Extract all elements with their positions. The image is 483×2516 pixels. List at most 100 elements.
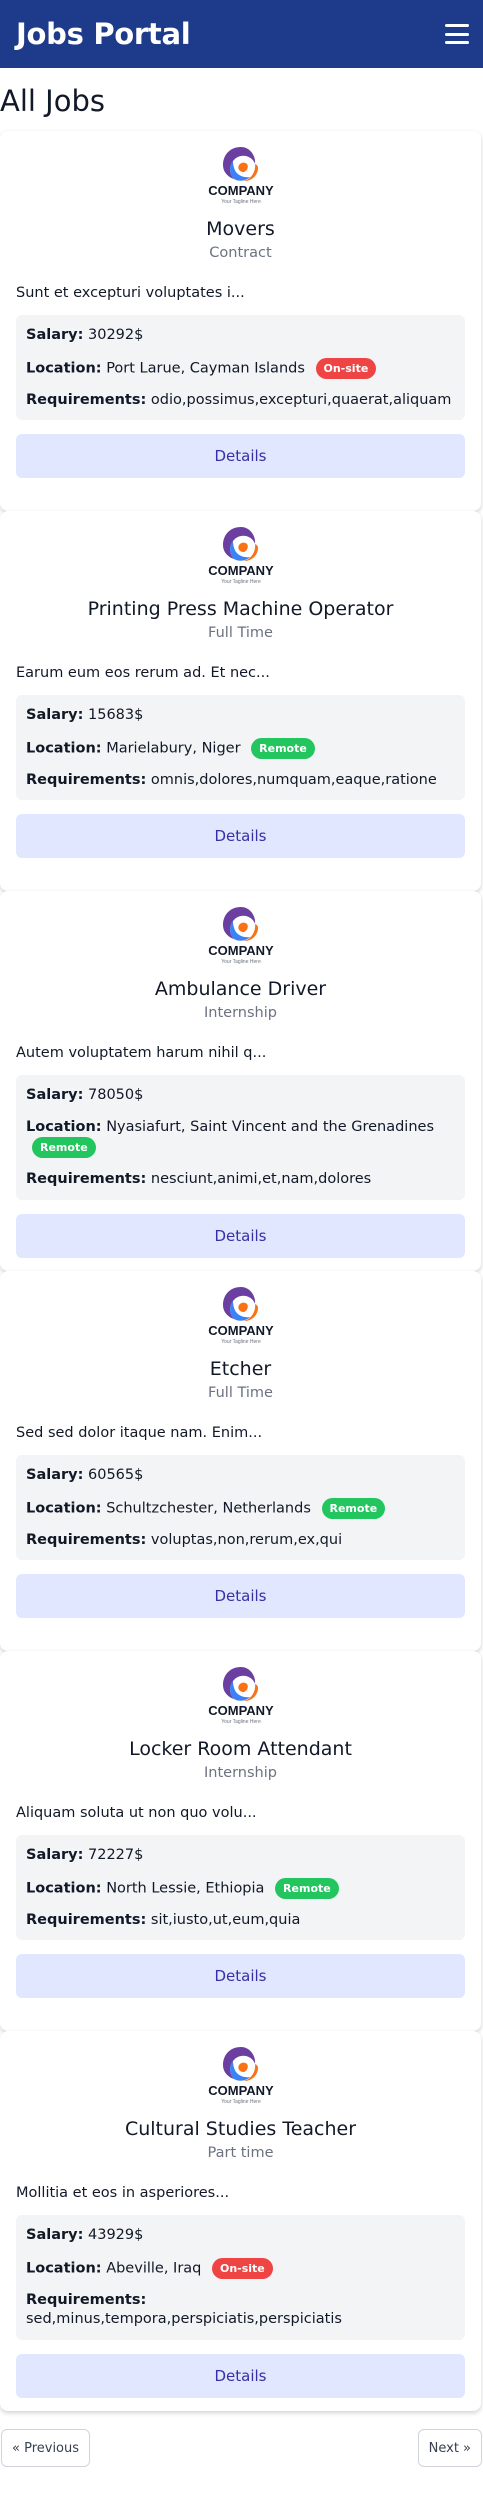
details-button[interactable]: Details [16, 1954, 465, 1999]
salary-label: Salary: [26, 327, 84, 343]
location-row: Location: Marielabury, Niger Remote [26, 737, 455, 759]
requirements-row: Requirements: sit,iusto,ut,eum,quia [26, 1911, 455, 1931]
requirements-row: Requirements: omnis,dolores,numquam,eaqu… [26, 771, 455, 791]
job-title: Printing Press Machine Operator [87, 598, 394, 620]
previous-page-button[interactable]: « Previous [1, 2429, 91, 2467]
requirements-value: sed,minus,tempora,perspiciatis,perspicia… [26, 2311, 342, 2328]
logo-swoosh-top [222, 1667, 255, 1699]
job-description: Earum eum eos rerum ad. Et nec... [16, 665, 270, 681]
logo-company-text: COMPANY [208, 183, 274, 198]
job-card: COMPANY Your Tagline Here Movers Contrac… [0, 131, 481, 511]
menu-line [445, 24, 469, 27]
work-mode-badge: Remote [251, 737, 315, 759]
requirements-row: Requirements: odio,possimus,excepturi,qu… [26, 391, 455, 411]
menu-line [445, 41, 469, 44]
requirements-label: Requirements: [26, 1531, 147, 1548]
requirements-value: omnis,dolores,numquam,eaque,ratione [150, 771, 437, 788]
company-logo: COMPANY Your Tagline Here [208, 527, 274, 585]
logo-tagline-text: Your Tagline Here [221, 579, 261, 585]
company-logo: COMPANY Your Tagline Here [208, 1667, 274, 1725]
salary-value: 30292$ [88, 327, 144, 343]
location-value: Nyasiafurt, Saint Vincent and the Grenad… [106, 1118, 434, 1135]
job-type: Part time [207, 2145, 274, 2161]
location-label: Location: [26, 360, 102, 377]
location-label: Location: [26, 1500, 102, 1517]
logo-company-text: COMPANY [208, 563, 274, 578]
location-value: Marielabury, Niger [106, 740, 241, 757]
salary-label: Salary: [26, 1087, 84, 1103]
requirements-value: voluptas,non,rerum,ex,qui [150, 1531, 343, 1548]
salary-value: 43929$ [88, 2227, 144, 2243]
location-value: Schultzchester, Netherlands [106, 1500, 311, 1517]
salary-row: Salary: 15683$ [26, 706, 455, 726]
logo-swoosh-top [222, 2047, 255, 2079]
location-label: Location: [26, 740, 102, 757]
requirements-row: Requirements: nesciunt,animi,et,nam,dolo… [26, 1170, 455, 1190]
logo-tagline-text: Your Tagline Here [221, 2099, 261, 2105]
company-logo: COMPANY Your Tagline Here [208, 2047, 274, 2105]
details-button[interactable]: Details [16, 814, 465, 859]
location-label: Location: [26, 1880, 102, 1897]
job-info-box: Salary: 78050$ Location: Nyasiafurt, Sai… [16, 1075, 465, 1200]
salary-label: Salary: [26, 1467, 84, 1483]
pagination: « Previous Next » [0, 2429, 483, 2467]
job-title: Etcher [209, 1358, 272, 1380]
hamburger-menu-icon[interactable] [445, 24, 469, 44]
details-button[interactable]: Details [16, 2353, 465, 2398]
logo-company-text: COMPANY [208, 943, 274, 958]
job-type: Internship [204, 1005, 277, 1021]
next-page-button[interactable]: Next » [417, 2429, 482, 2467]
location-value: Abeville, Iraq [106, 2260, 202, 2277]
details-button[interactable]: Details [16, 434, 465, 479]
job-card: COMPANY Your Tagline Here Ambulance Driv… [0, 891, 481, 1271]
location-row: Location: Port Larue, Cayman Islands On-… [26, 357, 455, 379]
location-value: Port Larue, Cayman Islands [106, 360, 305, 377]
job-type: Full Time [208, 625, 273, 641]
location-row: Location: North Lessie, Ethiopia Remote [26, 1877, 455, 1899]
salary-row: Salary: 78050$ [26, 1086, 455, 1106]
salary-value: 60565$ [88, 1467, 144, 1483]
job-card: COMPANY Your Tagline Here Etcher Full Ti… [0, 1271, 481, 1651]
menu-line [445, 32, 469, 36]
details-button[interactable]: Details [16, 1213, 465, 1258]
logo-tagline-text: Your Tagline Here [221, 1339, 261, 1345]
job-type: Full Time [208, 1385, 273, 1401]
job-title: Locker Room Attendant [129, 1738, 352, 1760]
top-navbar: Jobs Portal [0, 0, 483, 68]
brand-title[interactable]: Jobs Portal [16, 17, 191, 51]
logo-swoosh-top [222, 527, 255, 559]
logo-tagline-text: Your Tagline Here [221, 199, 261, 205]
details-button[interactable]: Details [16, 1574, 465, 1619]
job-description: Aliquam soluta ut non quo volu... [16, 1805, 257, 1821]
job-description: Sunt et excepturi voluptates i... [16, 285, 245, 301]
salary-label: Salary: [26, 1847, 84, 1863]
requirements-row: Requirements: voluptas,non,rerum,ex,qui [26, 1531, 455, 1551]
job-info-box: Salary: 60565$ Location: Schultzchester,… [16, 1455, 465, 1561]
requirements-label: Requirements: [26, 771, 147, 788]
requirements-label: Requirements: [26, 1911, 147, 1928]
logo-swoosh-top [222, 907, 255, 939]
job-type: Contract [209, 245, 272, 261]
job-type: Internship [204, 1765, 277, 1781]
location-row: Location: Nyasiafurt, Saint Vincent and … [26, 1118, 455, 1159]
job-title: Ambulance Driver [154, 978, 327, 1000]
salary-label: Salary: [26, 707, 84, 723]
location-label: Location: [26, 1118, 102, 1135]
job-description: Mollitia et eos in asperiores... [16, 2185, 230, 2201]
salary-label: Salary: [26, 2227, 84, 2243]
requirements-row: Requirements: sed,minus,tempora,perspici… [26, 2291, 455, 2330]
salary-value: 72227$ [88, 1847, 144, 1863]
salary-row: Salary: 72227$ [26, 1846, 455, 1866]
logo-company-text: COMPANY [208, 1703, 274, 1718]
page-title: All Jobs [0, 84, 105, 118]
job-title: Cultural Studies Teacher [124, 2118, 357, 2140]
job-card: COMPANY Your Tagline Here Printing Press… [0, 511, 481, 891]
requirements-value: odio,possimus,excepturi,quaerat,aliquam [150, 391, 452, 408]
job-description: Sed sed dolor itaque nam. Enim... [16, 1425, 263, 1441]
location-row: Location: Abeville, Iraq On-site [26, 2257, 455, 2279]
main-content: All Jobs COMPANY Your Tagline Here Mover… [0, 84, 483, 2467]
requirements-value: nesciunt,animi,et,nam,dolores [150, 1171, 372, 1188]
location-row: Location: Schultzchester, Netherlands Re… [26, 1497, 455, 1519]
company-logo: COMPANY Your Tagline Here [208, 1287, 274, 1345]
company-logo: COMPANY Your Tagline Here [208, 147, 274, 205]
